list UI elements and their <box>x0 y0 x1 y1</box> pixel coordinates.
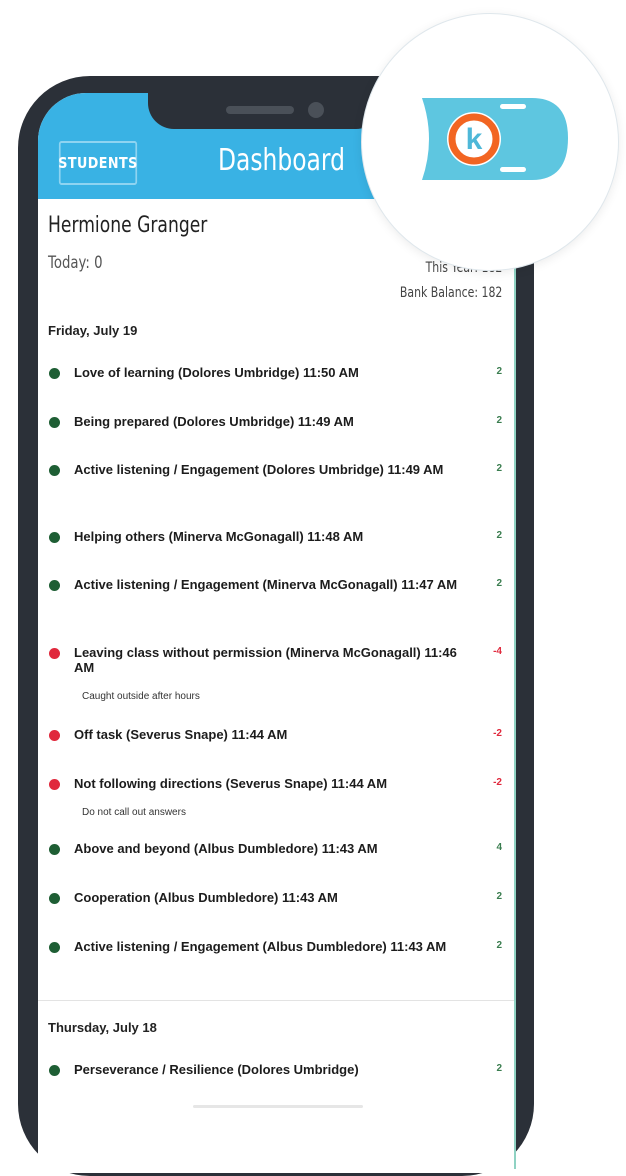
entry-note: Caught outside after hours <box>82 691 200 702</box>
entry-text: Cooperation (Albus Dumbledore) 11:43 AM <box>74 890 338 905</box>
positive-dot-icon <box>49 532 60 543</box>
phone-camera <box>308 102 324 118</box>
positive-dot-icon <box>49 942 60 953</box>
entry-text: Active listening / Engagement (Dolores U… <box>74 462 444 477</box>
entry-points: 2 <box>496 1063 502 1074</box>
logo-badge: k <box>361 13 619 271</box>
page-title: Dashboard <box>218 143 345 178</box>
entry-text: Active listening / Engagement (Albus Dum… <box>74 939 447 954</box>
entry-text: Off task (Severus Snape) 11:44 AM <box>74 727 288 742</box>
entry-points: -2 <box>493 728 502 739</box>
entry-points: 2 <box>496 415 502 426</box>
entry-text: Active listening / Engagement (Minerva M… <box>74 577 458 592</box>
positive-dot-icon <box>49 368 60 379</box>
entry-points: 2 <box>496 891 502 902</box>
student-name: Hermione Granger <box>48 213 208 238</box>
ticket-logo-icon: k <box>422 98 568 180</box>
phone-speaker <box>226 106 294 114</box>
entry-points: 2 <box>496 530 502 541</box>
entry-text: Being prepared (Dolores Umbridge) 11:49 … <box>74 414 354 429</box>
positive-dot-icon <box>49 465 60 476</box>
entry-text: Helping others (Minerva McGonagall) 11:4… <box>74 529 364 544</box>
positive-dot-icon <box>49 1065 60 1076</box>
section-divider <box>38 1000 516 1001</box>
entry-text: Above and beyond (Albus Dumbledore) 11:4… <box>74 841 378 856</box>
positive-dot-icon <box>49 580 60 591</box>
entry-points: 2 <box>496 940 502 951</box>
day-header: Thursday, July 18 <box>48 1020 157 1035</box>
entry-points: -4 <box>493 646 502 657</box>
negative-dot-icon <box>49 730 60 741</box>
entry-points: -2 <box>493 777 502 788</box>
negative-dot-icon <box>49 648 60 659</box>
entry-text: Leaving class without permission (Minerv… <box>74 645 457 675</box>
today-points: Today: 0 <box>48 253 103 273</box>
positive-dot-icon <box>49 844 60 855</box>
entry-points: 2 <box>496 578 502 589</box>
entry-text: Not following directions (Severus Snape)… <box>74 776 388 791</box>
positive-dot-icon <box>49 417 60 428</box>
students-button[interactable]: STUDENTS <box>58 141 137 185</box>
positive-dot-icon <box>49 893 60 904</box>
bank-balance: Bank Balance: 182 <box>399 285 502 301</box>
entry-points: 2 <box>496 366 502 377</box>
entry-text: Love of learning (Dolores Umbridge) 11:5… <box>74 365 359 380</box>
day-header: Friday, July 19 <box>48 323 138 338</box>
entry-points: 4 <box>496 842 502 853</box>
home-indicator <box>193 1105 363 1108</box>
entry-note: Do not call out answers <box>82 807 186 818</box>
entry-text: Perseverance / Resilience (Dolores Umbri… <box>74 1062 359 1077</box>
logo-letter: k <box>466 123 483 156</box>
entry-points: 2 <box>496 463 502 474</box>
scroll-edge <box>514 199 516 1169</box>
negative-dot-icon <box>49 779 60 790</box>
